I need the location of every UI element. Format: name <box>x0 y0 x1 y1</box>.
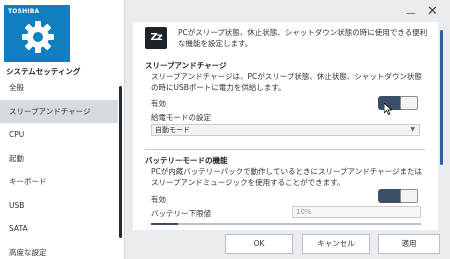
sleep-charge-title: スリープアンドチャージ <box>145 61 227 70</box>
battery-mode-description: PCが内蔵バッテリーパックで動作しているときにスリープアンドチャージまたはスリー… <box>151 167 422 187</box>
sidebar-item-sleep-and-charge[interactable]: スリープアンドチャージ <box>0 99 118 123</box>
sidebar-item-sata[interactable]: SATA <box>0 217 118 241</box>
battery-limit-slider[interactable] <box>151 221 421 227</box>
chevron-down-icon: ▼ <box>410 126 415 133</box>
battery-mode-enabled-label: 有効 <box>151 195 166 204</box>
section-divider <box>145 149 425 150</box>
battery-limit-input[interactable]: 10% <box>292 206 421 218</box>
minimize-button[interactable]: — <box>406 8 416 20</box>
sidebar-item-keyboard[interactable]: キーボード <box>0 170 118 194</box>
mouse-cursor-icon <box>384 103 392 115</box>
slider-fill <box>151 223 178 225</box>
intro-text: PCがスリープ状態、休止状態、シャットダウン状態の時に使用できる便利な機能を設定… <box>178 28 428 48</box>
brand-label: TOSHIBA <box>8 8 40 15</box>
slider-track <box>151 223 421 225</box>
power-mode-select[interactable]: 自動モード ▼ <box>151 124 420 136</box>
toggle-knob <box>400 189 418 203</box>
sidebar-scrollbar[interactable] <box>118 86 124 238</box>
battery-mode-title: バッテリーモードの機能 <box>145 156 228 165</box>
sleep-icon: Zz <box>145 27 167 49</box>
sidebar-scroll-thumb[interactable] <box>119 86 122 238</box>
sidebar-nav: 全般 スリープアンドチャージ CPU 起動 キーボード USB SATA 高度な… <box>0 76 118 259</box>
power-mode-label: 給電モードの設定 <box>151 113 211 122</box>
battery-limit-label: バッテリー下限値 <box>151 209 211 218</box>
apply-button[interactable]: 適用 <box>378 234 440 254</box>
content-scroll-thumb[interactable] <box>440 30 443 165</box>
app-logo: TOSHIBA <box>4 5 70 62</box>
sleep-charge-description: スリープアンドチャージは、PCがスリープ状態、休止状態、シャットダウン状態の時に… <box>151 72 422 92</box>
sidebar-item-general[interactable]: 全般 <box>0 76 118 100</box>
gear-icon <box>22 21 54 53</box>
sidebar: TOSHIBA システムセッティング 全般 スリープアンドチャージ CPU 起動… <box>0 0 125 259</box>
content-scrollbar[interactable] <box>440 30 445 226</box>
cancel-button[interactable]: キャンセル <box>302 234 370 254</box>
power-mode-value: 自動モード <box>155 126 190 134</box>
sidebar-item-advanced[interactable]: 高度な設定 <box>0 240 118 259</box>
sidebar-item-boot[interactable]: 起動 <box>0 146 118 170</box>
toggle-knob <box>400 96 418 110</box>
sleep-charge-enabled-label: 有効 <box>151 99 166 108</box>
battery-mode-toggle[interactable] <box>378 189 418 203</box>
sidebar-item-usb[interactable]: USB <box>0 193 118 217</box>
sidebar-item-cpu[interactable]: CPU <box>0 123 118 147</box>
ok-button[interactable]: OK <box>225 234 293 254</box>
close-button[interactable]: ✕ <box>427 5 438 18</box>
